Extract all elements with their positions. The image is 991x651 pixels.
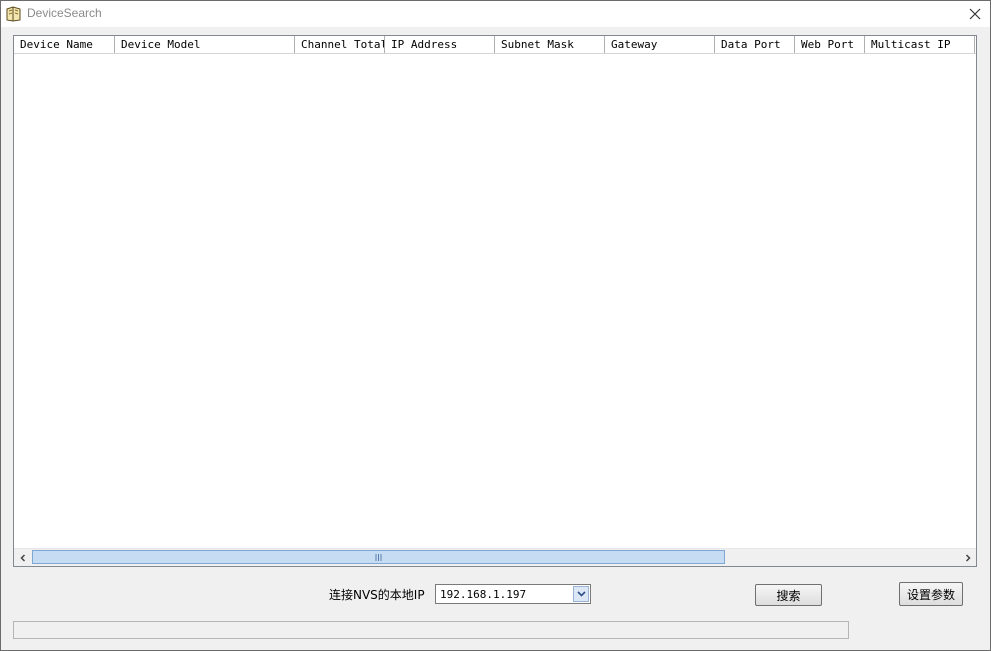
chevron-down-icon [576, 591, 586, 597]
list-header: Device Name Device Model Channel Total I… [14, 36, 976, 54]
dropdown-button[interactable] [573, 586, 589, 602]
scroll-thumb[interactable] [32, 550, 725, 564]
scroll-right-button[interactable] [959, 549, 976, 566]
grip-icon [375, 553, 381, 561]
column-device-model[interactable]: Device Model [115, 36, 295, 53]
column-data-port[interactable]: Data Port [715, 36, 795, 53]
local-ip-select[interactable]: 192.168.1.197 [435, 584, 591, 604]
search-button[interactable]: 搜索 [755, 584, 822, 606]
scroll-left-button[interactable] [14, 549, 31, 566]
local-ip-label: 连接NVS的本地IP [329, 588, 425, 602]
column-gateway[interactable]: Gateway [605, 36, 715, 53]
set-parameters-button[interactable]: 设置参数 [899, 582, 963, 606]
column-subnet-mask[interactable]: Subnet Mask [495, 36, 605, 53]
app-icon [5, 5, 23, 23]
local-ip-value: 192.168.1.197 [440, 588, 527, 601]
close-button[interactable] [960, 1, 990, 27]
close-icon [969, 8, 981, 20]
horizontal-scrollbar[interactable] [14, 548, 976, 566]
column-web-port[interactable]: Web Port [795, 36, 865, 53]
chevron-left-icon [19, 553, 25, 562]
column-device-name[interactable]: Device Name [14, 36, 115, 53]
chevron-right-icon [965, 553, 971, 562]
device-list[interactable]: Device Name Device Model Channel Total I… [13, 35, 977, 567]
device-search-window: DeviceSearch Device Name Device Model Ch… [0, 0, 991, 651]
column-ip-address[interactable]: IP Address [385, 36, 495, 53]
status-bar [13, 621, 849, 639]
title-bar: DeviceSearch [1, 1, 990, 27]
column-multicast-ip[interactable]: Multicast IP [865, 36, 975, 53]
column-channel-total[interactable]: Channel Total [295, 36, 385, 53]
window-title: DeviceSearch [27, 6, 102, 20]
